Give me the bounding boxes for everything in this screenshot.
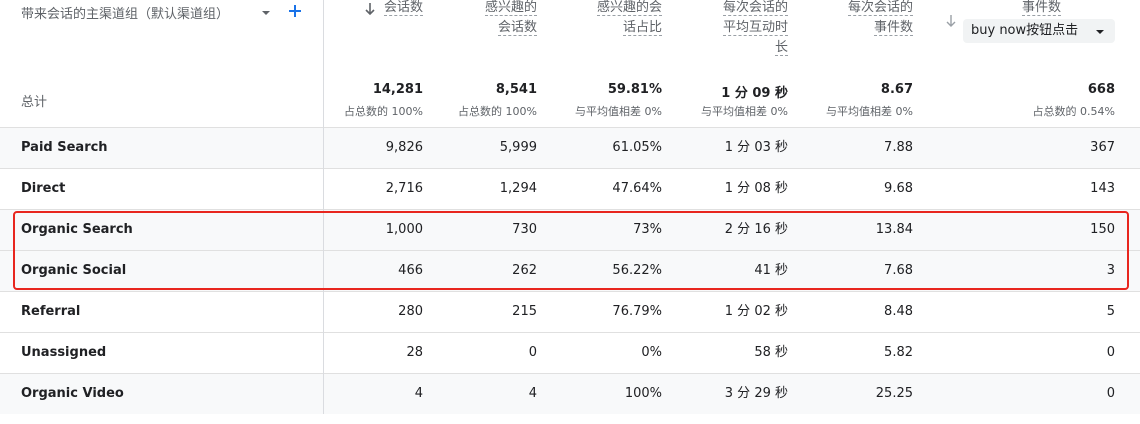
total-value: 8.67 xyxy=(880,82,913,97)
cell: 143 xyxy=(1090,181,1115,196)
caret-down-icon xyxy=(1096,30,1104,34)
cell: 5 xyxy=(1106,304,1115,319)
cell: 1 分 02 秒 xyxy=(724,304,788,319)
table-row[interactable]: Organic Search 1,000 730 73% 2 分 16 秒 13… xyxy=(0,209,1140,250)
row-dimension-value: Organic Video xyxy=(21,386,124,401)
cell: 25.25 xyxy=(875,386,913,401)
cell: 76.79% xyxy=(612,304,662,319)
cell: 0 xyxy=(1106,386,1115,401)
sort-arrow-down-icon xyxy=(365,3,375,16)
table-row[interactable]: Organic Video 4 4 100% 3 分 29 秒 25.25 0 xyxy=(0,373,1140,414)
total-subtext: 与平均值相差 0% xyxy=(575,105,662,118)
totals-label: 总计 xyxy=(21,95,48,110)
column-divider xyxy=(323,0,324,414)
total-subtext: 占总数的 100% xyxy=(344,105,423,118)
cell: 1 分 08 秒 xyxy=(724,181,788,196)
cell: 3 xyxy=(1106,263,1115,278)
cell: 0 xyxy=(528,345,537,360)
cell: 215 xyxy=(512,304,537,319)
cell: 2,716 xyxy=(385,181,423,196)
table-row[interactable]: Direct 2,716 1,294 47.64% 1 分 08 秒 9.68 … xyxy=(0,168,1140,209)
cell: 367 xyxy=(1090,140,1115,155)
total-subtext: 占总数的 100% xyxy=(458,105,537,118)
dimension-label: 带来会话的主渠道组（默认渠道组） xyxy=(21,7,230,22)
cell: 4 xyxy=(414,386,423,401)
total-value: 14,281 xyxy=(372,82,423,97)
cell: 730 xyxy=(512,222,537,237)
cell: 9,826 xyxy=(385,140,423,155)
cell: 262 xyxy=(512,263,537,278)
cell: 8.48 xyxy=(884,304,913,319)
cell: 5,999 xyxy=(499,140,537,155)
cell: 0% xyxy=(641,345,662,360)
cell: 100% xyxy=(624,386,662,401)
total-subtext: 与平均值相差 0% xyxy=(826,105,913,118)
cell: 9.68 xyxy=(884,181,913,196)
cell: 7.68 xyxy=(884,263,913,278)
cell: 47.64% xyxy=(612,181,662,196)
cell: 73% xyxy=(633,222,662,237)
total-value: 668 xyxy=(1087,82,1115,97)
row-dimension-value: Paid Search xyxy=(21,140,108,155)
event-filter-value: buy now按钮点击 xyxy=(971,23,1079,38)
total-value: 8,541 xyxy=(495,82,537,97)
cell: 1 分 03 秒 xyxy=(724,140,788,155)
cell: 7.88 xyxy=(884,140,913,155)
cell: 150 xyxy=(1090,222,1115,237)
row-dimension-value: Organic Search xyxy=(21,222,133,237)
cell: 41 秒 xyxy=(754,263,788,278)
table-row[interactable]: Unassigned 28 0 0% 58 秒 5.82 0 xyxy=(0,332,1140,373)
column-header-label: 会话数 xyxy=(383,0,423,16)
row-dimension-value: Direct xyxy=(21,181,66,196)
plus-icon[interactable] xyxy=(287,3,303,19)
row-dimension-value: Organic Social xyxy=(21,263,127,278)
cell: 4 xyxy=(528,386,537,401)
total-value: 1 分 09 秒 xyxy=(721,86,788,101)
row-dimension-value: Unassigned xyxy=(21,345,107,360)
cell: 5.82 xyxy=(884,345,913,360)
total-subtext: 与平均值相差 0% xyxy=(701,105,788,118)
cell: 280 xyxy=(398,304,423,319)
cell: 1,000 xyxy=(385,222,423,237)
total-value: 59.81% xyxy=(607,82,662,97)
cell: 58 秒 xyxy=(754,345,788,360)
dimension-selector[interactable]: 带来会话的主渠道组（默认渠道组） xyxy=(21,3,229,22)
table-row[interactable]: Paid Search 9,826 5,999 61.05% 1 分 03 秒 … xyxy=(0,127,1140,168)
cell: 2 分 16 秒 xyxy=(724,222,788,237)
cell: 56.22% xyxy=(612,263,662,278)
cell: 1,294 xyxy=(499,181,537,196)
cell: 13.84 xyxy=(875,222,913,237)
cell: 61.05% xyxy=(612,140,662,155)
caret-down-icon[interactable] xyxy=(260,8,272,18)
table-row[interactable]: Referral 280 215 76.79% 1 分 02 秒 8.48 5 xyxy=(0,291,1140,332)
total-subtext: 占总数的 0.54% xyxy=(1032,105,1115,118)
sort-arrow-icon xyxy=(946,15,956,27)
event-name-filter-dropdown[interactable]: buy now按钮点击 xyxy=(963,19,1115,43)
cell: 466 xyxy=(398,263,423,278)
row-dimension-value: Referral xyxy=(21,304,81,319)
cell: 28 xyxy=(406,345,423,360)
table-row[interactable]: Organic Social 466 262 56.22% 41 秒 7.68 … xyxy=(0,250,1140,291)
cell: 3 分 29 秒 xyxy=(724,386,788,401)
cell: 0 xyxy=(1106,345,1115,360)
